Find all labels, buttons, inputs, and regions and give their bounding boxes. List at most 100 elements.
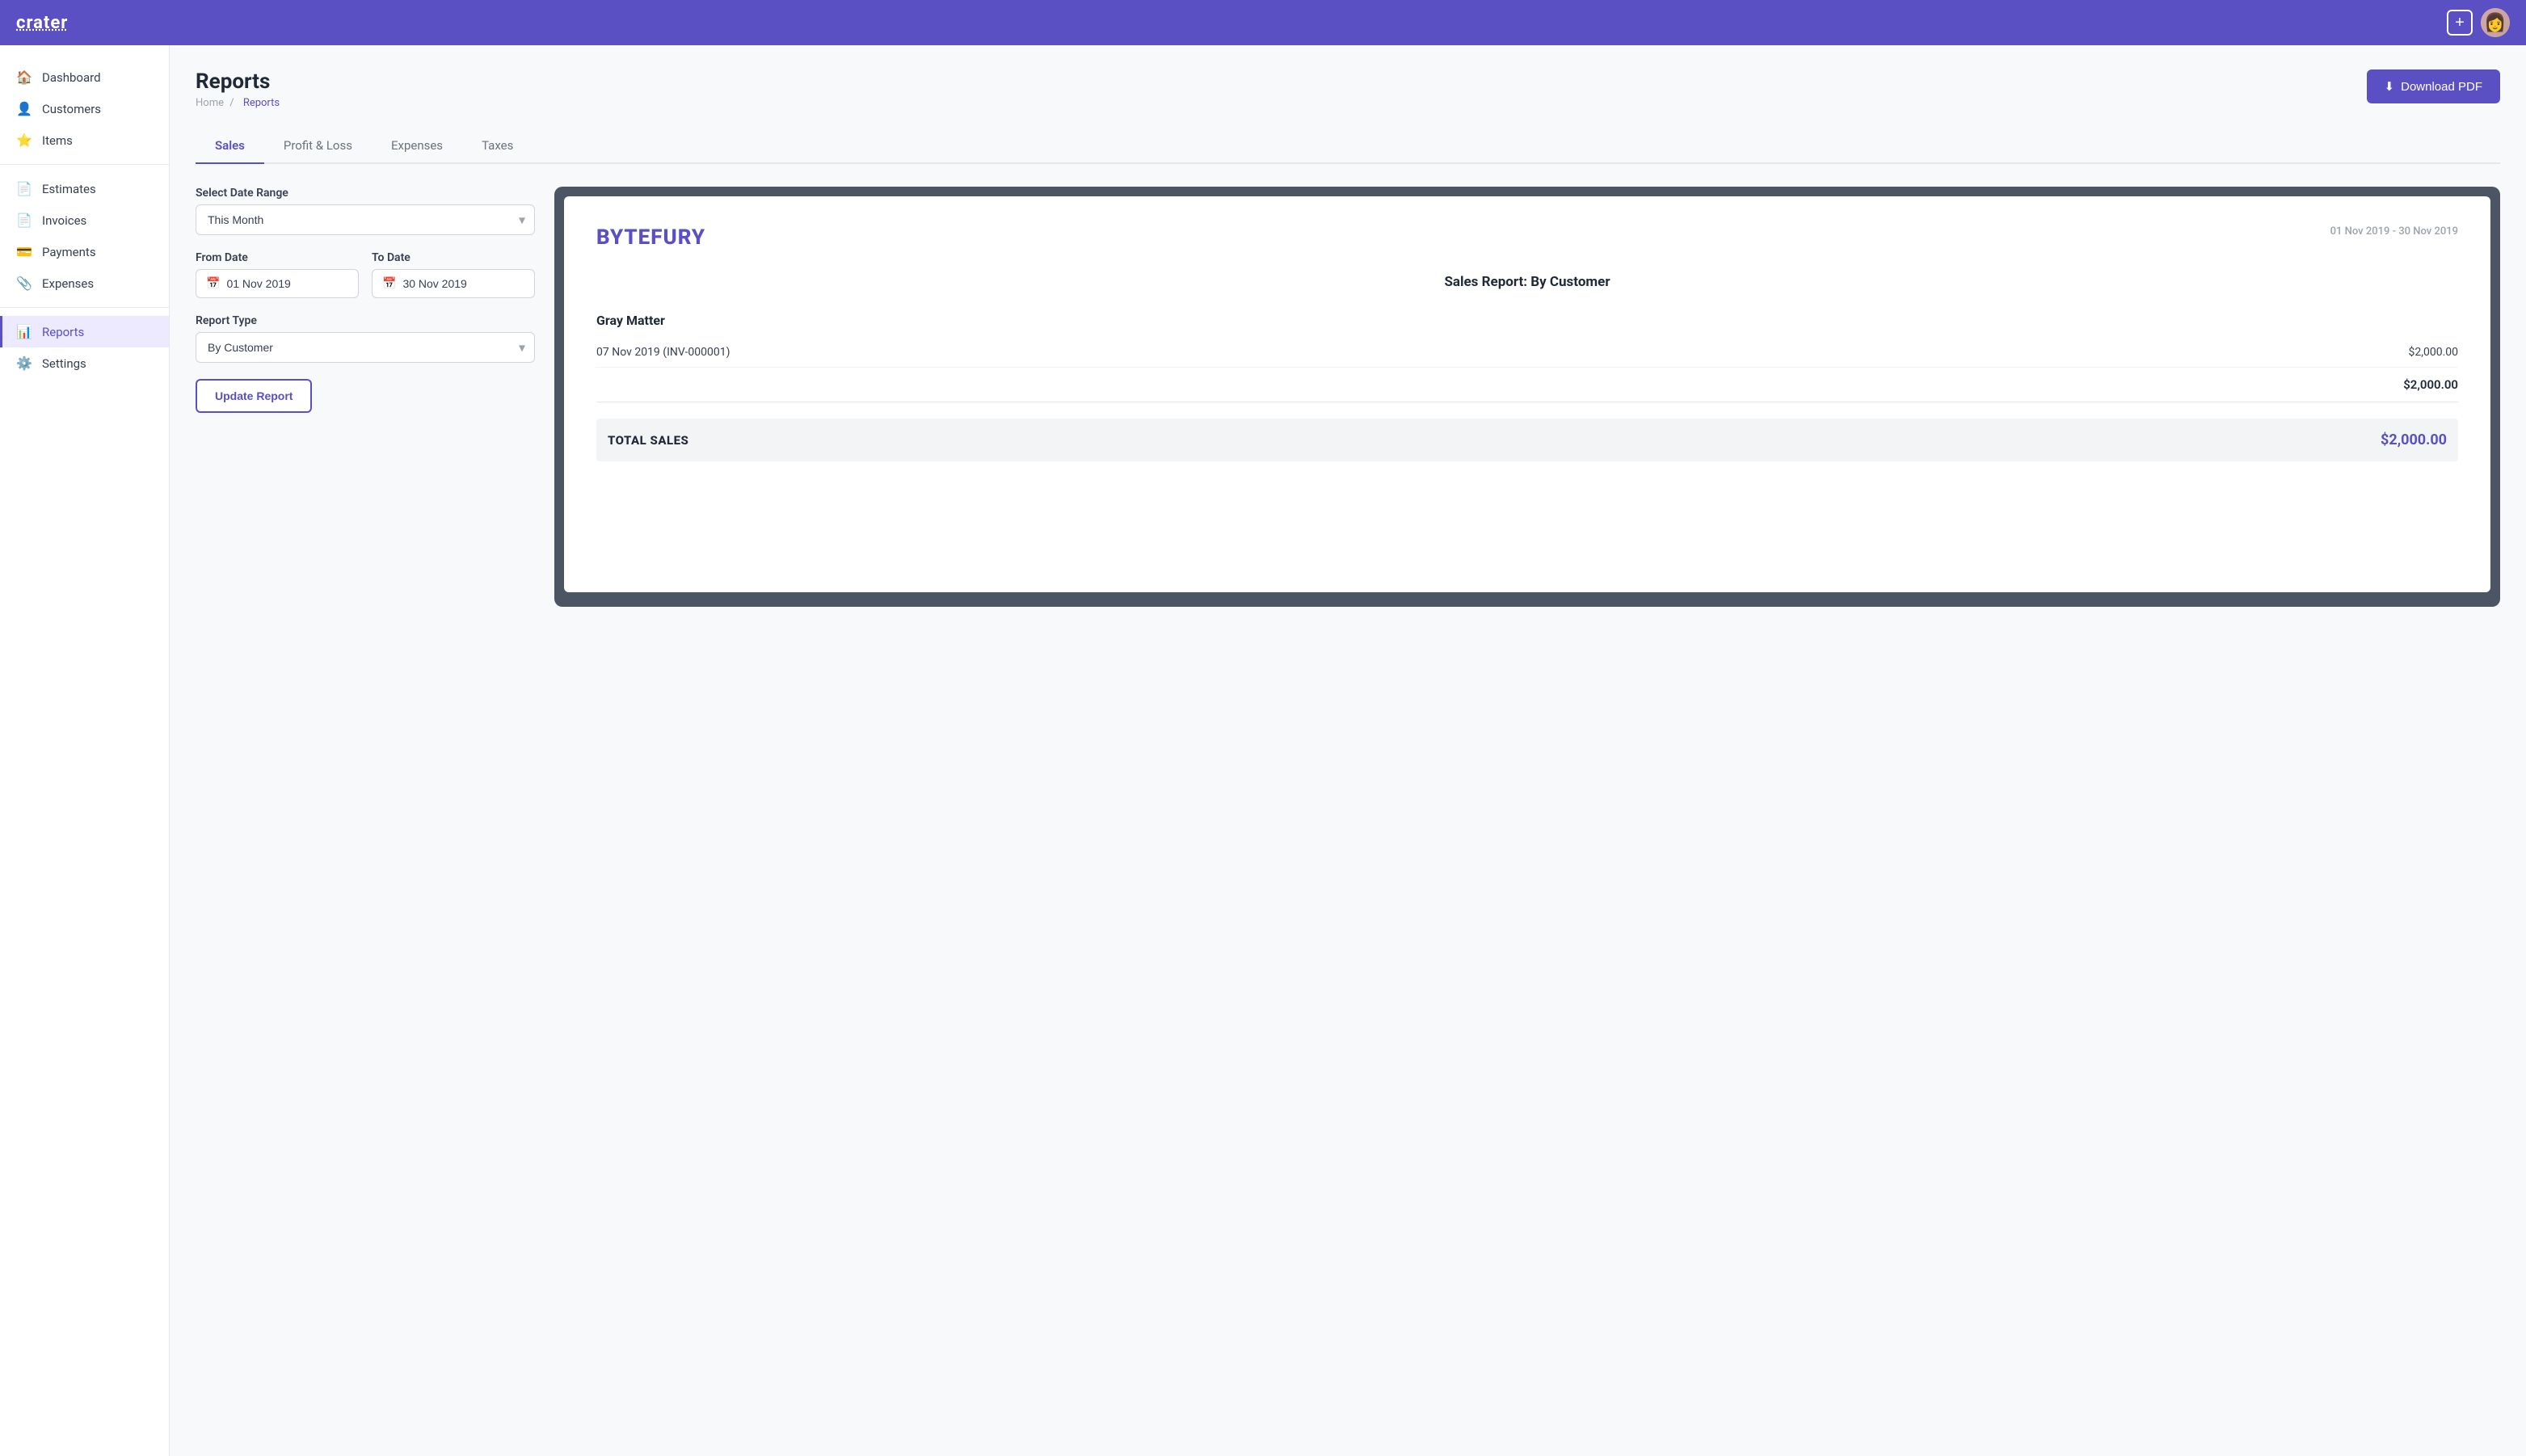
report-preview: BYTEFURY 01 Nov 2019 - 30 Nov 2019 Sales… bbox=[564, 196, 2490, 592]
app-logo[interactable]: crater bbox=[16, 13, 68, 33]
tab-profit-loss[interactable]: Profit & Loss bbox=[264, 128, 372, 164]
sidebar-item-payments[interactable]: 💳 Payments bbox=[0, 236, 169, 267]
sidebar-middle-section: 📄 Estimates 📄 Invoices 💳 Payments 📎 Expe… bbox=[0, 173, 169, 299]
download-btn-label: Download PDF bbox=[2401, 80, 2482, 94]
items-icon: ⭐ bbox=[16, 133, 32, 148]
sidebar-item-items[interactable]: ⭐ Items bbox=[0, 124, 169, 156]
sidebar-label-expenses: Expenses bbox=[42, 276, 94, 291]
breadcrumb-home[interactable]: Home bbox=[196, 97, 224, 109]
report-controls: Select Date Range This Month Last Month … bbox=[196, 187, 535, 413]
invoice-date-id: 07 Nov 2019 (INV-000001) bbox=[596, 346, 730, 359]
invoice-row: 07 Nov 2019 (INV-000001) $2,000.00 bbox=[596, 338, 2458, 368]
from-date-field: From Date 📅 bbox=[196, 251, 359, 298]
report-layout: Select Date Range This Month Last Month … bbox=[196, 187, 2500, 607]
report-preview-container: BYTEFURY 01 Nov 2019 - 30 Nov 2019 Sales… bbox=[554, 187, 2500, 607]
date-row: From Date 📅 To Date 📅 bbox=[196, 251, 535, 298]
invoices-icon: 📄 bbox=[16, 213, 32, 228]
payments-icon: 💳 bbox=[16, 244, 32, 259]
date-range-control: Select Date Range This Month Last Month … bbox=[196, 187, 535, 235]
breadcrumb: Home / Reports bbox=[196, 97, 283, 109]
from-date-input[interactable] bbox=[226, 277, 348, 290]
total-sales-label: TOTAL SALES bbox=[608, 433, 688, 448]
page-title: Reports bbox=[196, 69, 283, 94]
topnav-right: + 👩 bbox=[2447, 8, 2510, 37]
invoice-amount: $2,000.00 bbox=[2408, 346, 2458, 359]
total-sales-row: TOTAL SALES $2,000.00 bbox=[596, 419, 2458, 461]
sidebar-label-reports: Reports bbox=[42, 325, 84, 339]
sidebar-label-invoices: Invoices bbox=[42, 213, 86, 228]
report-preview-section: BYTEFURY 01 Nov 2019 - 30 Nov 2019 Sales… bbox=[554, 187, 2500, 607]
invoice-subtotal: $2,000.00 bbox=[596, 368, 2458, 402]
sidebar-item-reports[interactable]: 📊 Reports bbox=[0, 316, 169, 347]
report-type-select[interactable]: By Customer By Item bbox=[196, 332, 535, 363]
date-range-select[interactable]: This Month Last Month This Quarter This … bbox=[196, 204, 535, 235]
breadcrumb-separator: / bbox=[229, 97, 237, 109]
download-pdf-button[interactable]: ⬇ Download PDF bbox=[2367, 69, 2500, 103]
estimates-icon: 📄 bbox=[16, 181, 32, 196]
logo-text: crater bbox=[16, 13, 68, 33]
sidebar-item-expenses[interactable]: 📎 Expenses bbox=[0, 267, 169, 299]
update-report-label: Update Report bbox=[215, 389, 293, 402]
dashboard-icon: 🏠 bbox=[16, 69, 32, 85]
date-range-select-wrapper: This Month Last Month This Quarter This … bbox=[196, 204, 535, 235]
to-date-field: To Date 📅 bbox=[372, 251, 535, 298]
expenses-icon: 📎 bbox=[16, 276, 32, 291]
customer-name: Gray Matter bbox=[596, 313, 2458, 328]
preview-date-range: 01 Nov 2019 - 30 Nov 2019 bbox=[2330, 225, 2458, 238]
report-type-control: Report Type By Customer By Item ▾ bbox=[196, 314, 535, 363]
tab-expenses-label: Expenses bbox=[391, 138, 443, 153]
report-type-label: Report Type bbox=[196, 314, 535, 327]
sidebar-divider-2 bbox=[0, 307, 169, 308]
sidebar-item-dashboard[interactable]: 🏠 Dashboard bbox=[0, 61, 169, 93]
from-date-label: From Date bbox=[196, 251, 359, 264]
total-sales-value: $2,000.00 bbox=[2381, 431, 2447, 448]
page-header: Reports Home / Reports ⬇ Download PDF bbox=[196, 69, 2500, 109]
avatar-image: 👩 bbox=[2481, 8, 2510, 37]
report-title: Sales Report: By Customer bbox=[596, 274, 2458, 290]
to-date-input-wrapper: 📅 bbox=[372, 269, 535, 298]
sidebar: 🏠 Dashboard 👤 Customers ⭐ Items 📄 Estima… bbox=[0, 45, 170, 1456]
settings-icon: ⚙️ bbox=[16, 356, 32, 371]
to-date-calendar-icon: 📅 bbox=[382, 277, 396, 290]
company-name: BYTEFURY bbox=[596, 225, 705, 250]
sidebar-bottom-section: 📊 Reports ⚙️ Settings bbox=[0, 316, 169, 379]
tab-taxes[interactable]: Taxes bbox=[462, 128, 533, 164]
from-date-calendar-icon: 📅 bbox=[206, 277, 220, 290]
date-range-label: Select Date Range bbox=[196, 187, 535, 200]
sidebar-label-estimates: Estimates bbox=[42, 182, 96, 196]
sidebar-label-dashboard: Dashboard bbox=[42, 70, 101, 85]
report-type-select-wrapper: By Customer By Item ▾ bbox=[196, 332, 535, 363]
avatar-icon: 👩 bbox=[2484, 13, 2506, 33]
download-icon: ⬇ bbox=[2385, 79, 2395, 94]
sidebar-label-payments: Payments bbox=[42, 245, 96, 259]
from-date-input-wrapper: 📅 bbox=[196, 269, 359, 298]
sidebar-item-estimates[interactable]: 📄 Estimates bbox=[0, 173, 169, 204]
tab-sales-label: Sales bbox=[215, 138, 245, 153]
sidebar-item-settings[interactable]: ⚙️ Settings bbox=[0, 347, 169, 379]
preview-header: BYTEFURY 01 Nov 2019 - 30 Nov 2019 bbox=[596, 225, 2458, 250]
sidebar-top-section: 🏠 Dashboard 👤 Customers ⭐ Items bbox=[0, 61, 169, 156]
sidebar-label-items: Items bbox=[42, 133, 73, 148]
tab-expenses[interactable]: Expenses bbox=[372, 128, 462, 164]
reports-icon: 📊 bbox=[16, 324, 32, 339]
top-navigation: crater + 👩 bbox=[0, 0, 2526, 45]
main-layout: 🏠 Dashboard 👤 Customers ⭐ Items 📄 Estima… bbox=[0, 45, 2526, 1456]
page-header-left: Reports Home / Reports bbox=[196, 69, 283, 109]
plus-icon: + bbox=[2455, 14, 2465, 32]
to-date-input[interactable] bbox=[402, 277, 524, 290]
add-button[interactable]: + bbox=[2447, 10, 2473, 36]
tab-sales[interactable]: Sales bbox=[196, 128, 264, 164]
main-content: Reports Home / Reports ⬇ Download PDF Sa… bbox=[170, 45, 2526, 1456]
update-report-button[interactable]: Update Report bbox=[196, 379, 312, 413]
report-controls-panel: Select Date Range This Month Last Month … bbox=[196, 187, 535, 413]
sidebar-label-settings: Settings bbox=[42, 356, 86, 371]
tab-taxes-label: Taxes bbox=[482, 138, 513, 153]
customers-icon: 👤 bbox=[16, 101, 32, 116]
report-tabs: Sales Profit & Loss Expenses Taxes bbox=[196, 128, 2500, 164]
sidebar-label-customers: Customers bbox=[42, 102, 101, 116]
sidebar-item-invoices[interactable]: 📄 Invoices bbox=[0, 204, 169, 236]
to-date-label: To Date bbox=[372, 251, 535, 264]
sidebar-divider-1 bbox=[0, 164, 169, 165]
sidebar-item-customers[interactable]: 👤 Customers bbox=[0, 93, 169, 124]
avatar[interactable]: 👩 bbox=[2481, 8, 2510, 37]
